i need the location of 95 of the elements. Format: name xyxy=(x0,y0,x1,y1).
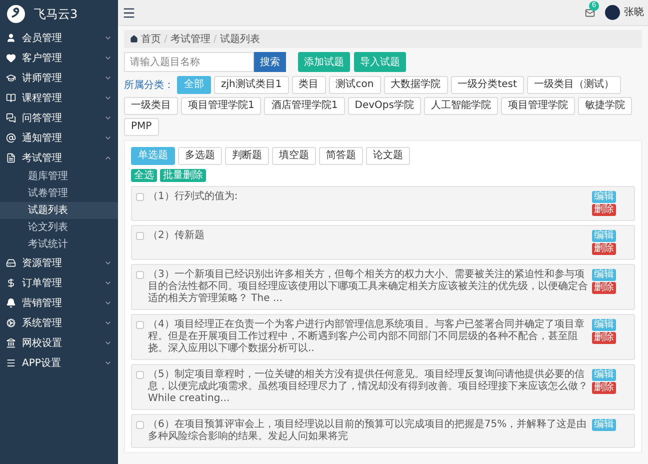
delete-button[interactable]: 删除 xyxy=(592,204,616,216)
sidebar-menu-item[interactable]: 讲师管理 xyxy=(0,68,118,88)
chevron-icon xyxy=(104,279,112,287)
question-text: （5）制定项目章程时，一位关键的相关方没有提供任何意见。项目经理反复询问请他提供必要的信息，以便完成此项需求。虽然项目经理尽力了，情况却没有得到改善。项目经理接下来应该怎么做？ While creating... xyxy=(148,369,588,405)
question-text: （6）在项目预算评审会上，项目经理说以目前的预算可以完成项目的把握是75%，并解释了这是由多种风险综合影响的结果。发起人问如果将完 xyxy=(148,419,588,443)
question-checkbox[interactable] xyxy=(136,193,144,201)
breadcrumb-separator: / xyxy=(164,32,168,46)
question-text: （3）一个新项目已经识别出许多相关方，但每个相关方的权力大小、需要被关注的紧迫性和参与项目的合法性都不同。项目经理应该使用以下哪项工具来确定相关方应该被关注的优先级，以便确定合适的相关方管理策略？ The ... xyxy=(148,269,588,305)
chevron-icon xyxy=(104,34,112,42)
sidebar-submenu-item[interactable]: 考试统计 xyxy=(0,236,118,253)
sidebar-submenu-item[interactable]: 试卷管理 xyxy=(0,185,118,202)
question-checkbox[interactable] xyxy=(136,371,144,379)
question-checkbox[interactable] xyxy=(136,421,144,429)
settings-icon xyxy=(6,318,16,328)
chevron-icon xyxy=(104,94,112,102)
sidebar-submenu-item[interactable]: 试题列表 xyxy=(0,202,118,219)
graduation-cap-icon xyxy=(6,73,16,83)
logo-text: 飞马云3 xyxy=(34,6,78,23)
question-text: （4）项目经理正在负责一个为客户进行内部管理信息系统项目。与客户已签署合同并确定了项目章程。但是在开展项目工作过程中，不断遇到客户公司内部不同部门不同层级的各种不配合，甚至阻挠。深入应用以下哪个数据分析可以.. xyxy=(148,319,586,355)
question-type-tab[interactable]: 判断题 xyxy=(225,147,269,165)
chevron-icon xyxy=(104,359,112,367)
search-button[interactable]: 搜索 xyxy=(254,52,286,72)
breadcrumb-separator: / xyxy=(213,32,217,46)
question-type-tab[interactable]: 简答题 xyxy=(319,147,363,165)
user-icon xyxy=(6,33,16,43)
bell-icon xyxy=(6,298,16,308)
chevron-icon xyxy=(104,339,112,347)
category-tag[interactable]: zjh测试类目1 xyxy=(214,76,289,94)
sidebar-menu-item[interactable]: 系统管理 xyxy=(0,313,118,333)
breadcrumb-link[interactable]: 首页 xyxy=(141,32,161,46)
delete-button[interactable]: 删除 xyxy=(592,243,616,255)
mail-icon[interactable] xyxy=(585,8,595,18)
question-checkbox[interactable] xyxy=(136,321,144,329)
sidebar-menu-item[interactable]: 订单管理 xyxy=(0,273,118,293)
question-text: （2）传新题 xyxy=(148,230,206,242)
question-checkbox[interactable] xyxy=(136,232,144,240)
question-checkbox[interactable] xyxy=(136,271,144,279)
chevron-icon xyxy=(104,54,112,62)
category-tag[interactable]: 项目管理学院 xyxy=(500,97,575,115)
sidebar-menu-item[interactable]: 客户管理 xyxy=(0,48,118,68)
breadcrumb-link[interactable]: 考试管理 xyxy=(170,32,210,46)
category-tag[interactable]: 一级类目 xyxy=(124,97,178,115)
bank-icon xyxy=(6,338,16,348)
chevron-icon xyxy=(104,154,112,162)
sidebar-menu-item[interactable]: 考试管理 xyxy=(0,148,118,168)
at-sign-icon xyxy=(6,133,16,143)
sidebar-menu-item[interactable]: APP设置 xyxy=(0,353,118,373)
sidebar-menu-item[interactable]: 资源管理 xyxy=(0,253,118,273)
delete-button[interactable]: 删除 xyxy=(592,332,616,344)
question-text: （1）行列式的值为: xyxy=(148,191,239,203)
sidebar-menu-item[interactable]: 营销管理 xyxy=(0,293,118,313)
menu-icon[interactable] xyxy=(122,6,136,20)
chevron-icon xyxy=(104,259,112,267)
category-tag[interactable]: 人工智能学院 xyxy=(424,97,498,115)
chat-icon xyxy=(6,113,16,123)
category-label: 所属分类： xyxy=(124,78,174,92)
book-icon xyxy=(6,93,16,103)
category-tag[interactable]: 一级分类test xyxy=(450,76,524,94)
chevron-icon xyxy=(104,134,112,142)
delete-button[interactable]: 删除 xyxy=(592,382,616,394)
category-tag[interactable]: 类目 xyxy=(292,76,326,94)
question-type-tab[interactable]: 论文题 xyxy=(366,147,410,165)
category-tag[interactable]: 项目管理学院1 xyxy=(181,97,262,115)
category-tag[interactable]: 测试con xyxy=(328,76,381,94)
sidebar-submenu-item[interactable]: 论文列表 xyxy=(0,219,118,236)
chevron-icon xyxy=(104,114,112,122)
category-tag[interactable]: 酒店管理学院1 xyxy=(264,97,345,115)
sidebar-submenu-item[interactable]: 题库管理 xyxy=(0,168,118,185)
drive-icon xyxy=(6,258,16,268)
heart-icon xyxy=(6,53,16,63)
question-type-tab[interactable]: 填空题 xyxy=(272,147,316,165)
user-name[interactable]: 张晓 xyxy=(624,5,644,20)
menu-icon xyxy=(6,358,16,368)
sidebar-menu-item[interactable]: 会员管理 xyxy=(0,28,118,48)
category-tag[interactable]: 敏捷学院 xyxy=(578,97,632,115)
chevron-icon xyxy=(104,74,112,82)
category-tag[interactable]: 大数据学院 xyxy=(384,76,448,94)
chevron-icon xyxy=(104,299,112,307)
category-tag[interactable]: 一级类目（测试） xyxy=(526,76,621,94)
logo-icon xyxy=(6,4,26,24)
question-type-tab[interactable]: 多选题 xyxy=(178,147,222,165)
category-tag[interactable]: DevOps学院 xyxy=(348,97,421,115)
avatar[interactable] xyxy=(605,5,620,20)
sidebar-menu-item[interactable]: 问答管理 xyxy=(0,108,118,128)
home-icon xyxy=(130,35,138,43)
category-tag[interactable]: PMP xyxy=(124,118,159,136)
sidebar-menu-item[interactable]: 通知管理 xyxy=(0,128,118,148)
chevron-icon xyxy=(104,319,112,327)
search-field[interactable]: 请输入题目名称 xyxy=(124,52,254,72)
document-icon xyxy=(6,153,16,163)
dollar-icon xyxy=(6,278,16,288)
breadcrumb-link[interactable]: 试题列表 xyxy=(220,32,260,46)
sidebar-menu-item[interactable]: 网校设置 xyxy=(0,333,118,353)
delete-button[interactable]: 删除 xyxy=(592,282,616,294)
sidebar-menu-item[interactable]: 课程管理 xyxy=(0,88,118,108)
